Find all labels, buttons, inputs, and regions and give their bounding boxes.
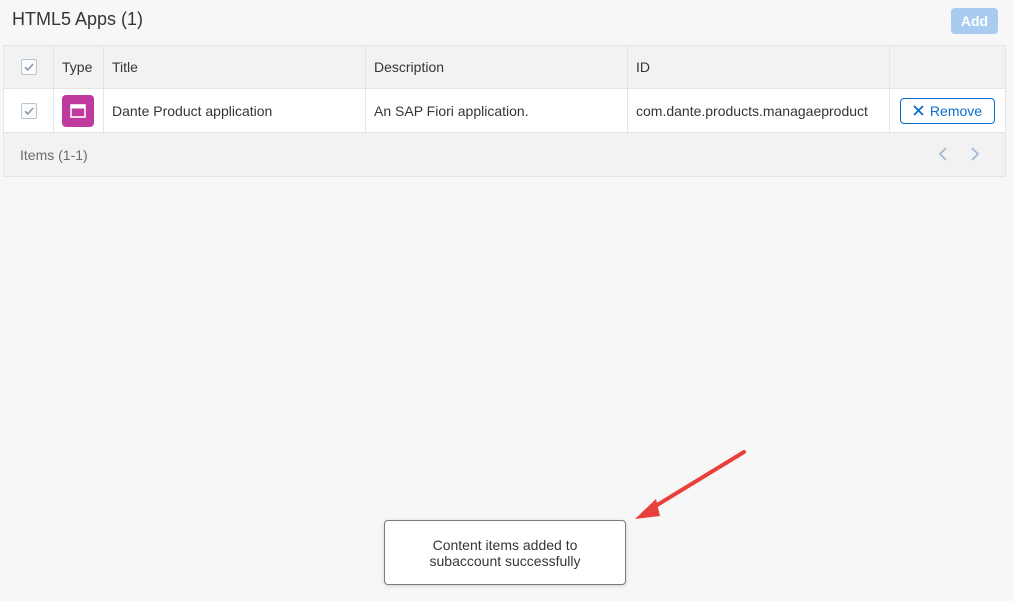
column-header-type[interactable]: Type [54, 46, 104, 88]
table-row[interactable]: Dante Product application An SAP Fiori a… [4, 89, 1005, 133]
column-header-description[interactable]: Description [366, 46, 628, 88]
row-description: An SAP Fiori application. [366, 89, 628, 132]
select-all-cell [4, 46, 54, 88]
remove-button[interactable]: Remove [899, 97, 996, 124]
select-all-checkbox[interactable] [20, 59, 37, 75]
close-icon [913, 105, 924, 116]
table-footer: Items (1-1) [4, 133, 1005, 176]
html5-apps-table: Type Title Description ID Dante Product … [3, 45, 1006, 177]
column-header-id[interactable]: ID [628, 46, 890, 88]
column-header-title[interactable]: Title [104, 46, 366, 88]
table-header-row: Type Title Description ID [4, 46, 1005, 89]
row-id: com.dante.products.managaeproduct [628, 89, 890, 132]
row-title: Dante Product application [104, 89, 366, 132]
chevron-right-icon[interactable] [967, 145, 983, 163]
row-checkbox[interactable] [20, 102, 37, 119]
annotation-arrow [635, 450, 746, 519]
section-header: HTML5 Apps (1) Add [0, 0, 1013, 42]
page-title: HTML5 Apps (1) [12, 9, 144, 29]
row-actions-cell: Remove [890, 89, 1005, 132]
row-select-cell [4, 89, 54, 132]
remove-button-label: Remove [929, 102, 983, 119]
checkmark-icon [23, 63, 34, 72]
add-button[interactable]: Add [951, 8, 998, 34]
row-type-cell [54, 89, 104, 132]
app-window-icon [62, 94, 94, 127]
chevron-left-icon[interactable] [935, 145, 951, 163]
items-count: Items (1-1) [20, 146, 88, 163]
toast-message: Content items added to subaccount succes… [384, 520, 626, 585]
checkmark-icon [23, 106, 34, 115]
column-header-actions [890, 46, 1005, 88]
pagination [935, 145, 983, 163]
page: HTML5 Apps (1) Add Type Title Descriptio… [0, 0, 1013, 601]
